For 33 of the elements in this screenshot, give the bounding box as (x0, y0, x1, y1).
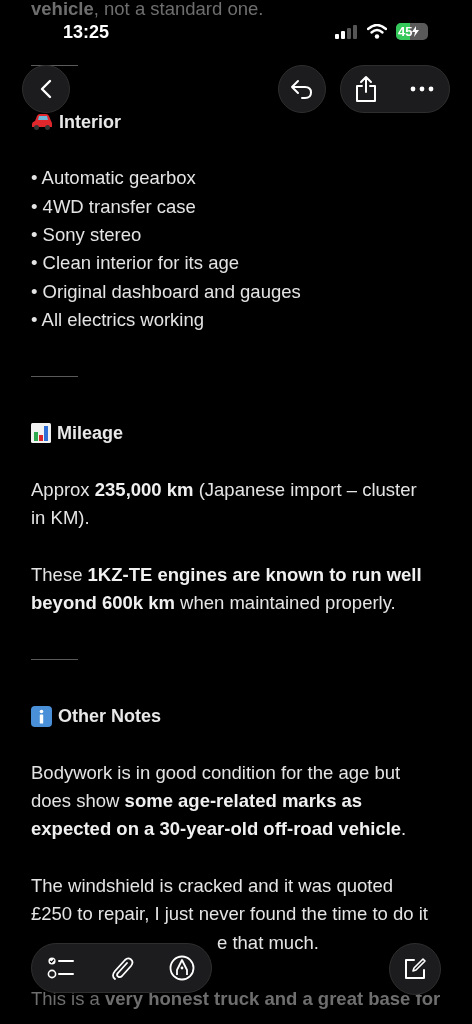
undo-button[interactable] (278, 65, 326, 113)
back-icon (40, 79, 52, 99)
section-heading: Other Notes (58, 705, 162, 729)
signal-icon (335, 25, 357, 39)
list-item: • Original dashboard and gauges (31, 279, 302, 304)
compose-icon (403, 957, 427, 981)
battery-indicator: 45 (396, 23, 428, 40)
list-item: • Clean interior for its age (31, 251, 241, 276)
wifi-icon (367, 24, 387, 39)
list-item: • All electrics working (31, 307, 206, 332)
note-paragraph: Approx 235,000 km (Japanese import – cluster in KM). (31, 477, 418, 531)
bar-chart-icon (31, 423, 51, 444)
undo-icon (290, 78, 314, 100)
checklist-icon (47, 956, 75, 980)
section-heading: Interior (59, 110, 121, 134)
markup-button[interactable] (167, 953, 197, 983)
car-icon (31, 113, 53, 132)
share-button[interactable] (353, 74, 379, 104)
section-heading: Mileage (57, 422, 124, 446)
paperclip-icon (109, 955, 134, 981)
share-icon (355, 75, 377, 103)
more-icon (410, 86, 434, 92)
list-item: • Sony stereo (31, 223, 143, 248)
note-text: e that much. (217, 930, 319, 955)
pen-tip-icon (169, 955, 195, 981)
back-button[interactable] (22, 65, 70, 113)
list-item: • Automatic gearbox (31, 166, 197, 191)
note-paragraph: Bodywork is in good condition for the age but does show some age-related marks as expected on a 30-year-old off-road vehicle. (31, 760, 408, 842)
status-time: 13:25 (63, 21, 110, 44)
list-item: • 4WD transfer case (31, 194, 197, 219)
note-paragraph: These 1KZ-TE engines are known to run well beyond 600k km when maintained properly. (31, 562, 423, 615)
note-paragraph: vehicle, not a standard one. (31, 0, 264, 19)
info-icon (31, 705, 52, 727)
